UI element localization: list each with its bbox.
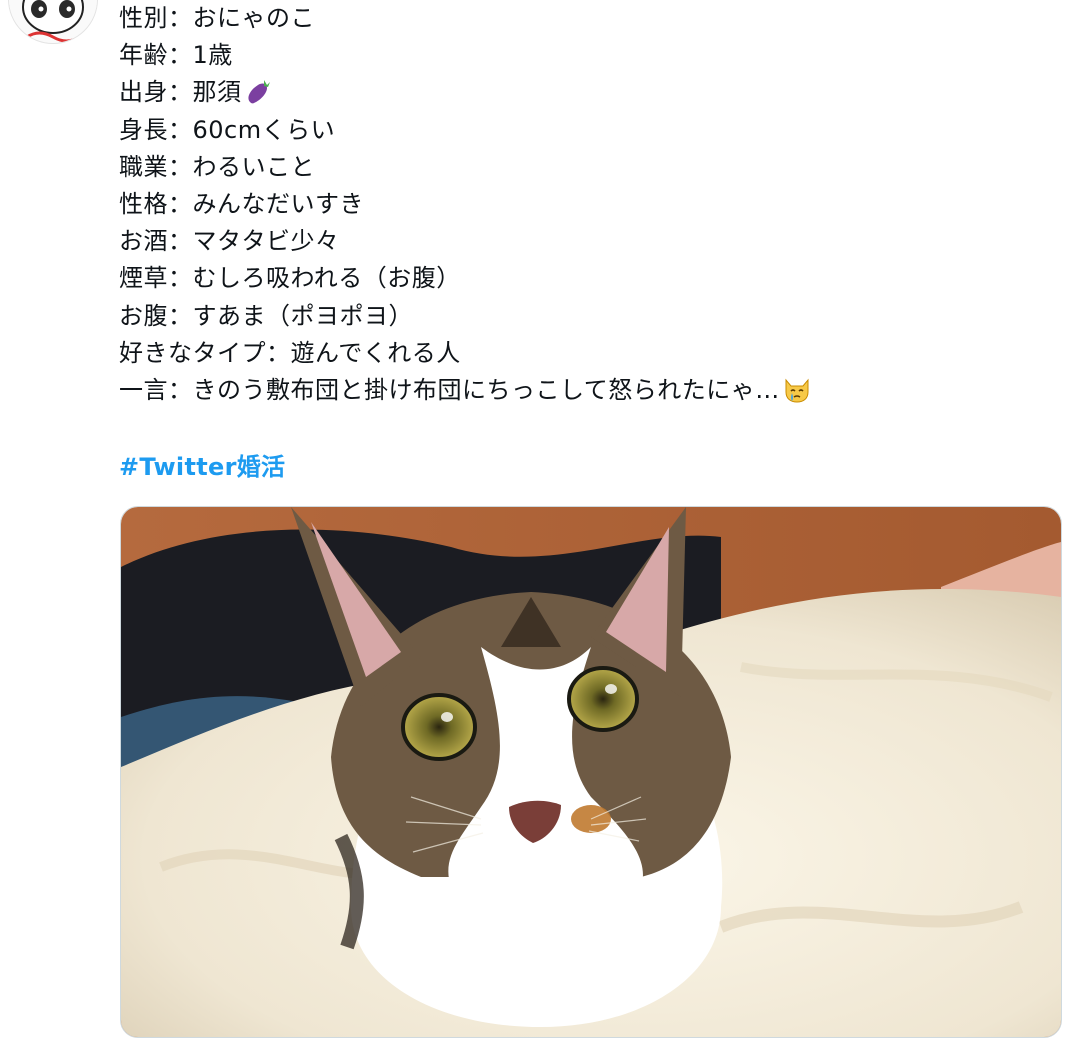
cat-avatar-icon [9,0,97,43]
tweet-text: 性別：おにゃのこ 年齢：1歳 出身：那須 身長：60cmくらい 職業：わるいこと… [119,0,1059,409]
profile-line-belly: お腹：すあま（ポヨポヨ） [119,301,413,330]
profile-line-comment: 一言：きのう敷布団と掛け布団にちっこして怒られたにゃ… [119,372,1059,409]
profile-line-age: 年齢：1歳 [119,41,233,70]
profile-line-origin: 出身：那須 [119,74,1059,111]
profile-line-job: 職業：わるいこと [119,152,315,181]
profile-line-gender: 性別：おにゃのこ [119,4,315,32]
hashtag-link[interactable]: #Twitter婚活 [119,447,285,482]
tweet-media-photo[interactable] [120,506,1062,1038]
cat-photo [121,507,1061,1037]
avatar[interactable] [8,0,98,44]
profile-line-personality: 性格：みんなだいすき [119,189,364,218]
profile-line-height: 身長：60cmくらい [119,115,336,144]
eggplant-emoji-icon [247,80,270,104]
profile-line-alcohol: お酒：マタタビ少々 [119,227,340,256]
crying-cat-emoji-icon [785,378,809,403]
profile-line-type: 好きなタイプ：遊んでくれる人 [119,338,461,367]
profile-line-tobacco: 煙草：むしろ吸われる（お腹） [119,264,461,293]
